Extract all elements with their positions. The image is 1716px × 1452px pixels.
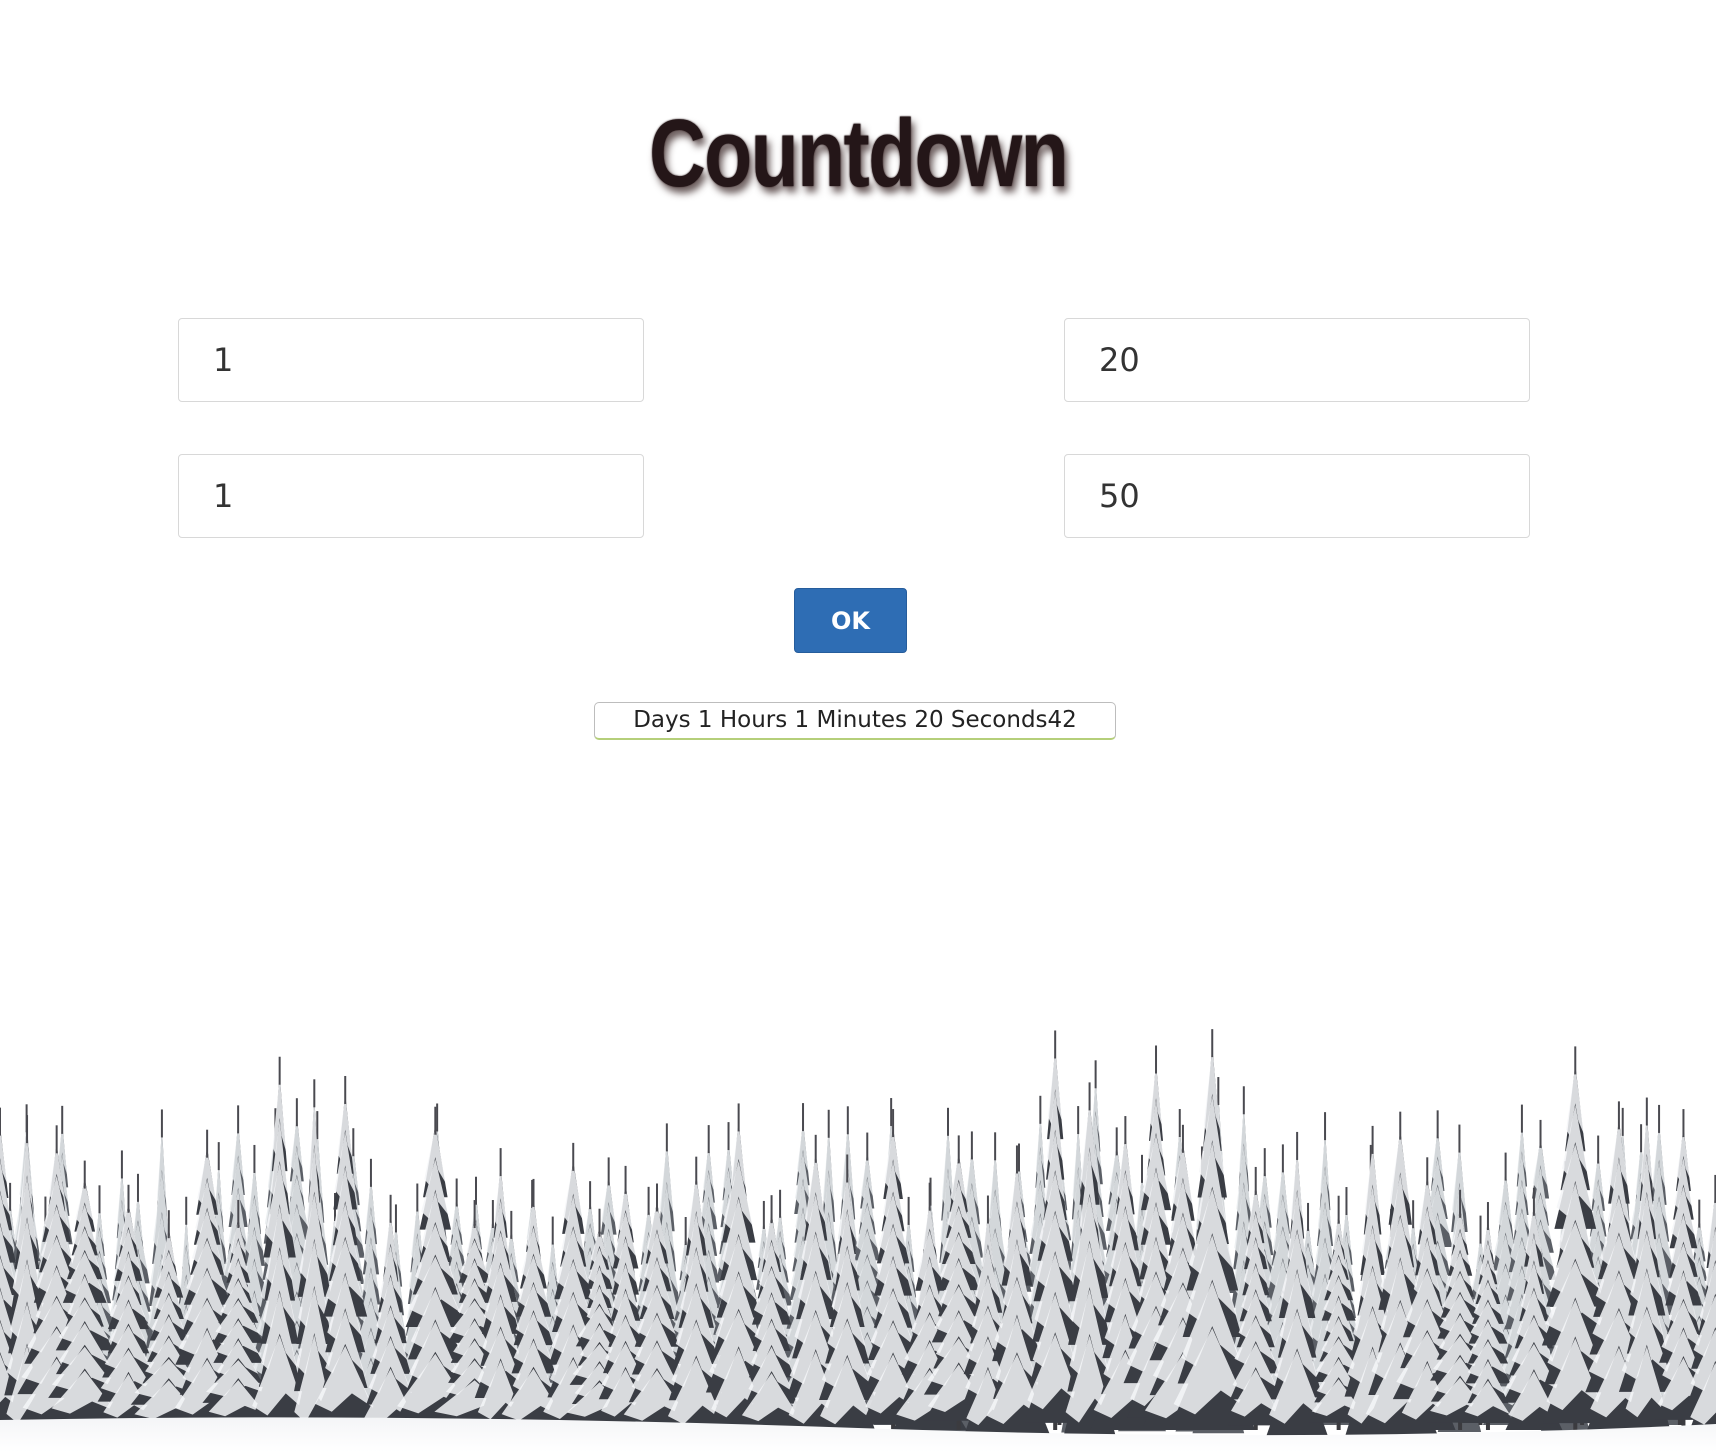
days-input[interactable] bbox=[178, 318, 644, 402]
snowy-forest-background bbox=[0, 1029, 1716, 1452]
ok-button[interactable]: OK bbox=[794, 588, 907, 653]
seconds-input[interactable] bbox=[1064, 454, 1530, 538]
countdown-display: Days 1 Hours 1 Minutes 20 Seconds42 bbox=[594, 702, 1116, 740]
page-title: Countdown bbox=[648, 100, 1069, 208]
hours-input[interactable] bbox=[178, 454, 644, 538]
minutes-input[interactable] bbox=[1064, 318, 1530, 402]
